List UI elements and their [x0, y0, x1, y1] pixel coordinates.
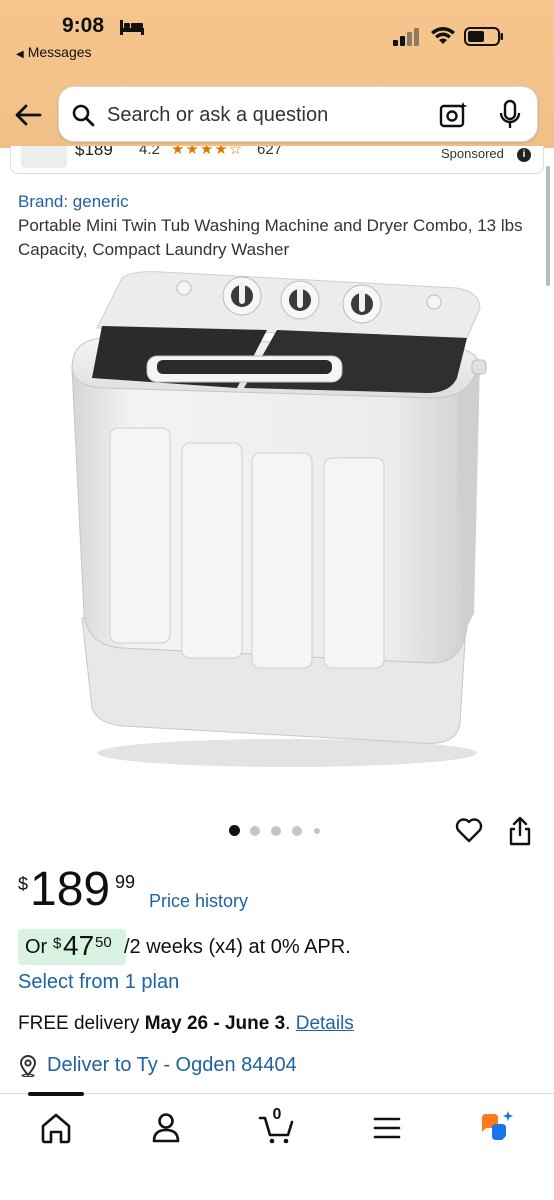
product-title: Portable Mini Twin Tub Washing Machine a…: [18, 216, 523, 259]
price-whole: 189: [30, 863, 111, 916]
product-image-washing-machine[interactable]: [62, 268, 492, 773]
scrollbar-thumb[interactable]: [546, 166, 550, 286]
deliver-to-label: Deliver to Ty - Ogden 84404: [47, 1054, 297, 1076]
rufus-icon[interactable]: [476, 1108, 516, 1148]
cellular-signal-icon: [393, 28, 419, 46]
delivery-prefix: FREE delivery: [18, 1013, 145, 1034]
sponsored-rating: 4.2: [139, 146, 160, 158]
search-bar[interactable]: [58, 86, 538, 142]
camera-search-icon[interactable]: [439, 101, 469, 129]
installment-currency: $: [53, 935, 62, 952]
installment-terms: /2 weeks (x4) at 0% APR.: [124, 936, 351, 958]
back-to-messages[interactable]: ◀ Messages: [16, 44, 92, 60]
share-icon[interactable]: [508, 816, 532, 846]
delivery-separator: .: [285, 1013, 296, 1034]
heart-icon[interactable]: [455, 817, 483, 843]
price-fraction: 99: [115, 872, 136, 892]
delivery-info: FREE delivery May 26 - June 3. Details: [18, 1013, 354, 1035]
cart-count: 0: [272, 1106, 282, 1123]
info-icon[interactable]: i: [517, 148, 531, 162]
microphone-icon[interactable]: [499, 99, 521, 131]
installment-prefix: Or: [25, 936, 48, 958]
brand-link[interactable]: Brand: generic: [18, 192, 129, 212]
delivery-dates: May 26 - June 3: [144, 1013, 286, 1034]
carousel-dot-active[interactable]: [229, 825, 240, 836]
location-pin-icon: [19, 1055, 37, 1077]
delivery-details-link[interactable]: Details: [296, 1013, 354, 1034]
carousel-dot[interactable]: [271, 826, 281, 836]
sponsored-thumbnail: [21, 146, 67, 168]
sponsored-item-strip[interactable]: $189 4.2 ★★★★☆ 627 Sponsored i: [10, 146, 544, 174]
carousel-dot[interactable]: [314, 828, 320, 834]
installment-fraction: 50: [95, 934, 112, 951]
menu-icon[interactable]: [367, 1108, 407, 1148]
star-rating-icon: ★★★★☆: [171, 146, 244, 158]
bottom-navigation: 0: [0, 1092, 554, 1200]
price-history-link[interactable]: Price history: [149, 891, 248, 912]
back-triangle-icon: ◀: [16, 49, 24, 60]
active-tab-indicator: [28, 1092, 84, 1096]
sponsored-price: $189: [75, 146, 113, 159]
battery-icon: [464, 27, 503, 46]
sponsored-review-count: 627: [257, 146, 283, 158]
account-icon[interactable]: [146, 1108, 186, 1148]
select-plan-link[interactable]: Select from 1 plan: [18, 971, 179, 994]
cart-button[interactable]: 0: [257, 1106, 297, 1148]
search-input[interactable]: [107, 101, 417, 129]
wifi-icon: [431, 27, 455, 44]
search-icon: [72, 104, 95, 127]
status-time: 9:08: [62, 14, 105, 37]
sponsored-label: Sponsored: [441, 146, 504, 161]
home-icon[interactable]: [36, 1108, 76, 1148]
price-currency: $: [18, 874, 29, 894]
sleep-focus-icon: [120, 20, 144, 35]
back-arrow-icon[interactable]: [14, 104, 42, 126]
carousel-dot[interactable]: [292, 826, 302, 836]
carousel-dot[interactable]: [250, 826, 260, 836]
app-header: 9:08 ◀ Messages: [0, 0, 554, 148]
back-app-label: Messages: [27, 44, 92, 60]
installment-whole: 47: [63, 930, 95, 961]
